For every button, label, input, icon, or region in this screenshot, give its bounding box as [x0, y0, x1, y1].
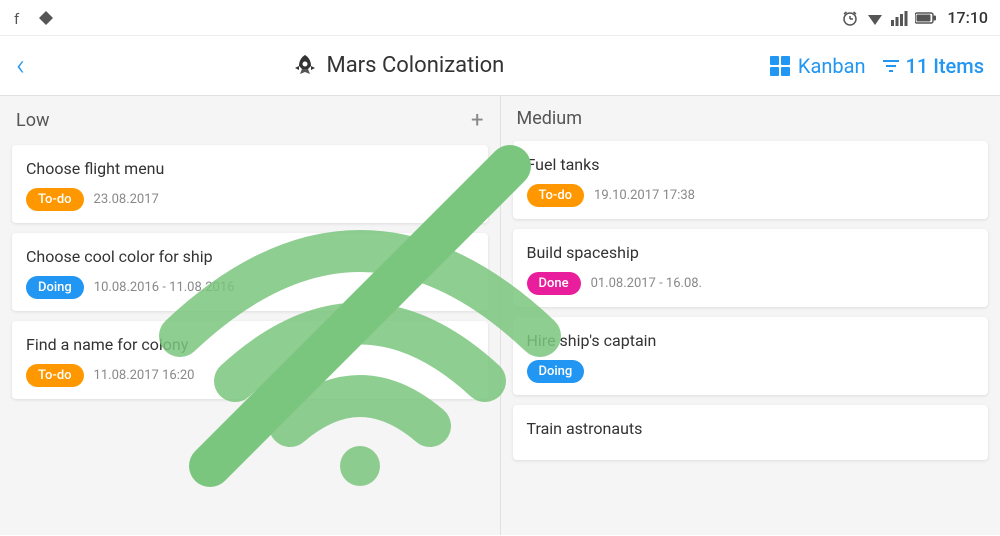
svg-text:f: f: [14, 10, 20, 27]
card-date: 01.08.2017 - 16.08.: [591, 276, 702, 291]
card-title: Choose flight menu: [26, 159, 474, 178]
facebook-icon: f: [12, 9, 30, 27]
card-card-4[interactable]: Fuel tanks To-do 19.10.2017 17:38: [513, 141, 989, 219]
kanban-button[interactable]: Kanban: [770, 54, 866, 78]
card-meta: To-do 23.08.2017: [26, 188, 474, 211]
card-date: 11.08.2017 16:20: [94, 368, 195, 383]
kanban-grid-icon: [770, 56, 792, 76]
status-bar: f 17:10: [0, 0, 1000, 36]
card-badge: To-do: [26, 364, 84, 387]
card-badge: Done: [527, 272, 581, 295]
card-badge: To-do: [527, 184, 585, 207]
header-left: ‹: [16, 48, 25, 83]
card-card-5[interactable]: Build spaceship Done 01.08.2017 - 16.08.: [513, 229, 989, 307]
column-title-medium: Medium: [517, 108, 583, 129]
column-medium: Medium Fuel tanks To-do 19.10.2017 17:38 Bui…: [501, 96, 1000, 535]
header-center: Mars Colonization: [291, 52, 505, 80]
card-badge: Doing: [527, 360, 585, 383]
card-title: Choose cool color for ship: [26, 247, 474, 266]
column-add-low[interactable]: +: [471, 108, 483, 133]
column-low: Low+Choose flight menuTo-do23.08.2017Cho…: [0, 96, 501, 535]
card-meta: To-do 11.08.2017 16:20: [26, 364, 474, 387]
back-button[interactable]: ‹: [16, 48, 25, 83]
card-meta: To-do 19.10.2017 17:38: [527, 184, 975, 207]
header: ‹ Mars Colonization Kanban: [0, 36, 1000, 96]
card-card-6[interactable]: Hire ship's captain Doing: [513, 317, 989, 395]
alarm-icon: [841, 9, 859, 27]
card-card-2[interactable]: Choose cool color for ship Doing 10.08.201…: [12, 233, 488, 311]
items-button[interactable]: 11 Items: [882, 54, 984, 78]
rocket-icon: [291, 52, 319, 80]
kanban-label: Kanban: [798, 54, 866, 78]
card-badge: To-do: [26, 188, 84, 211]
card-title: Train astronauts: [527, 419, 975, 438]
card-title: Fuel tanks: [527, 155, 975, 174]
column-header-medium: Medium: [513, 108, 989, 129]
header-right: Kanban 11 Items: [770, 54, 984, 78]
card-title: Hire ship's captain: [527, 331, 975, 350]
card-title: Build spaceship: [527, 243, 975, 262]
wifi-icon: [865, 9, 885, 27]
diamond-icon: [38, 10, 54, 26]
column-header-low: Low +: [12, 108, 488, 133]
card-title: Find a name for colony: [26, 335, 474, 354]
column-title-low: Low: [16, 110, 50, 131]
filter-icon: [882, 57, 900, 75]
card-meta: Doing: [527, 360, 975, 383]
card-badge: Doing: [26, 276, 84, 299]
battery-icon: [915, 11, 937, 25]
card-date: 19.10.2017 17:38: [594, 188, 695, 203]
items-label: 11 Items: [906, 54, 984, 78]
card-meta: Done 01.08.2017 - 16.08.: [527, 272, 975, 295]
status-bar-left: f: [12, 9, 54, 27]
card-meta: Doing 10.08.2016 - 11.08.2016: [26, 276, 474, 299]
card-date: 23.08.2017: [94, 192, 159, 207]
card-date: 10.08.2016 - 11.08.2016: [94, 280, 235, 295]
columns-container: Low+Choose flight menuTo-do23.08.2017Cho…: [0, 96, 1000, 535]
status-bar-right: 17:10: [841, 8, 988, 27]
status-time: 17:10: [947, 8, 988, 27]
signal-icon: [891, 10, 909, 26]
card-card-3[interactable]: Find a name for colony To-do 11.08.2017 16…: [12, 321, 488, 399]
card-card-7[interactable]: Train astronauts: [513, 405, 989, 460]
app-title: Mars Colonization: [327, 53, 505, 78]
card-card-1[interactable]: Choose flight menu To-do 23.08.2017: [12, 145, 488, 223]
